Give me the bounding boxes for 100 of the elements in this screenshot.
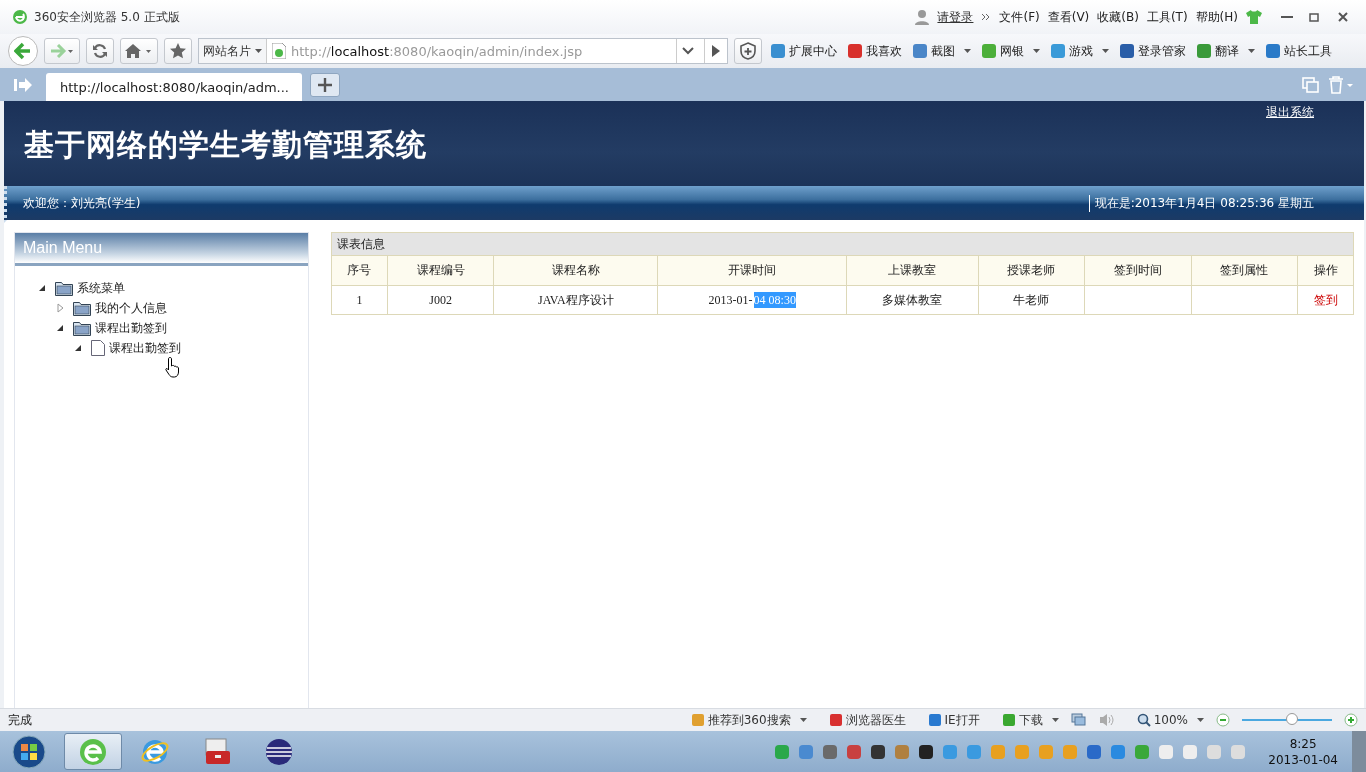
speaker-icon[interactable] [1098, 713, 1115, 727]
play-triangle-icon [712, 45, 720, 57]
chevron-down-icon [682, 47, 694, 55]
start-button[interactable] [12, 734, 46, 769]
e-browser-icon [78, 736, 108, 767]
caret-icon [1248, 49, 1255, 53]
refresh-button[interactable] [86, 38, 114, 64]
shirt-icon[interactable] [1246, 10, 1262, 24]
windows-icon[interactable] [1070, 713, 1087, 727]
caret-icon [799, 718, 807, 722]
toolbar-button[interactable]: 登录管家 [1117, 42, 1188, 60]
menu-tree-item[interactable]: 我的个人信息 [95, 299, 167, 317]
caret-icon [1033, 49, 1040, 53]
caret-icon [964, 49, 971, 53]
zoom-button[interactable]: 100% [1136, 713, 1204, 727]
table-caption: 课表信息 [332, 233, 1353, 256]
folder-icon [73, 320, 91, 336]
table-cell: 2013-01-04 08:30 [657, 285, 847, 314]
menu-item[interactable]: 文件(F) [999, 8, 1040, 26]
system-title: 基于网络的学生考勤管理系统 [24, 126, 427, 164]
table-cell: 1 [332, 285, 388, 314]
plus-icon [318, 77, 332, 92]
sign-in-link[interactable]: 签到 [1313, 292, 1338, 307]
forward-button[interactable] [44, 38, 80, 64]
menu-tree-item[interactable]: 课程出勤签到 [95, 319, 167, 337]
new-tab-button[interactable] [310, 72, 340, 97]
column-header: 上课教室 [846, 256, 979, 286]
column-header: 签到时间 [1084, 256, 1192, 286]
sidebar-toggle-icon[interactable] [14, 77, 32, 92]
site-card-dropdown[interactable]: 网站名片 [199, 39, 267, 63]
sphere-icon [264, 736, 294, 767]
document-icon [91, 340, 105, 356]
window-title: 360安全浏览器 5.0 正式版 [34, 8, 180, 26]
browser-tab[interactable]: http://localhost:8080/kaoqin/adm... [46, 73, 302, 101]
expand-toggle-icon[interactable] [55, 303, 65, 313]
tray-icon[interactable] [870, 743, 887, 760]
current-time-text: 现在是:2013年1月4日 08:25:36 星期五 [1088, 194, 1314, 212]
toolbar-button[interactable]: 截图 [910, 42, 973, 60]
windows-icon[interactable] [1302, 76, 1320, 93]
refresh-icon [92, 43, 108, 59]
toolbar-button[interactable]: 站长工具 [1263, 42, 1334, 60]
table-cell: 多媒体教室 [846, 285, 979, 314]
hand-cursor-icon [165, 356, 181, 378]
menu-item[interactable]: 工具(T) [1146, 8, 1188, 26]
menu-title: Main Menu [23, 239, 103, 257]
browser-logo-icon [12, 9, 28, 25]
caret-icon [1102, 49, 1109, 53]
magnifier-icon [1136, 713, 1151, 727]
caret-icon [1197, 718, 1204, 722]
status-text: 完成 [8, 711, 32, 729]
forward-arrow-icon [50, 44, 74, 58]
caret-icon [1051, 718, 1059, 722]
favorites-star-button[interactable] [164, 38, 192, 64]
table-cell: JAVA程序设计 [493, 285, 658, 314]
shield-icon [740, 42, 756, 60]
toolbar-button[interactable]: 网银 [979, 42, 1042, 60]
home-button[interactable] [120, 38, 158, 64]
status-bar-button[interactable]: 浏览器医生 [828, 711, 906, 729]
welcome-text: 欢迎您：刘光亮(学生) [23, 194, 141, 212]
menu-tree-item[interactable]: 系统菜单 [77, 279, 125, 297]
back-arrow-icon [14, 42, 32, 60]
folder-icon [55, 280, 73, 296]
zoom-slider-thumb[interactable] [1285, 713, 1298, 725]
status-bar-button[interactable]: IE打开 [927, 711, 980, 729]
expand-toggle-icon[interactable] [55, 323, 65, 333]
toolbar-button[interactable]: 扩展中心 [768, 42, 839, 60]
double-chevron-icon[interactable] [981, 12, 992, 22]
trash-icon[interactable] [1328, 75, 1354, 94]
menu-tree-item[interactable]: 课程出勤签到 [109, 339, 181, 357]
menu-item[interactable]: 帮助(H) [1195, 8, 1238, 26]
login-link[interactable]: 请登录 [937, 8, 974, 26]
column-header: 授课老师 [978, 256, 1085, 286]
toolbar-button[interactable]: 我喜欢 [845, 42, 904, 60]
caret-icon [255, 49, 262, 53]
taskbar-clock[interactable]: 8:25 2013-01-04 [1262, 736, 1344, 767]
minimize-icon [1281, 16, 1293, 18]
back-button[interactable] [8, 36, 38, 66]
expand-toggle-icon[interactable] [73, 343, 83, 353]
maximize-icon [1309, 11, 1321, 23]
expand-toggle-icon[interactable] [37, 283, 47, 293]
close-icon [1337, 11, 1349, 23]
zoom-in-icon[interactable] [1344, 713, 1358, 727]
toolbar-button[interactable]: 翻译 [1194, 42, 1257, 60]
page-icon [272, 43, 286, 59]
clock-date: 2013-01-04 [1268, 752, 1338, 767]
toolbar-button[interactable]: 游戏 [1048, 42, 1111, 60]
url-text: http://localhost:8080/kaoqin/admin/index.jsp [291, 43, 583, 59]
zoom-out-icon[interactable] [1216, 713, 1230, 727]
tray-icon[interactable] [918, 743, 935, 760]
taskbar-app-button[interactable] [64, 733, 122, 770]
shield-button[interactable] [734, 38, 762, 64]
column-header: 签到属性 [1191, 256, 1298, 286]
table-cell: J002 [387, 285, 494, 314]
address-bar[interactable]: 网站名片 http://localhost:8080/kaoqin/admin/index.jsp [198, 38, 728, 64]
status-bar-button[interactable]: 下载 [1001, 711, 1059, 729]
folder-icon [73, 300, 91, 316]
menu-item[interactable]: 收藏(B) [1097, 8, 1139, 26]
status-bar-button[interactable]: 推荐到360搜索 [690, 711, 807, 729]
menu-item[interactable]: 查看(V) [1047, 8, 1090, 26]
logout-link[interactable]: 退出系统 [1266, 104, 1314, 121]
